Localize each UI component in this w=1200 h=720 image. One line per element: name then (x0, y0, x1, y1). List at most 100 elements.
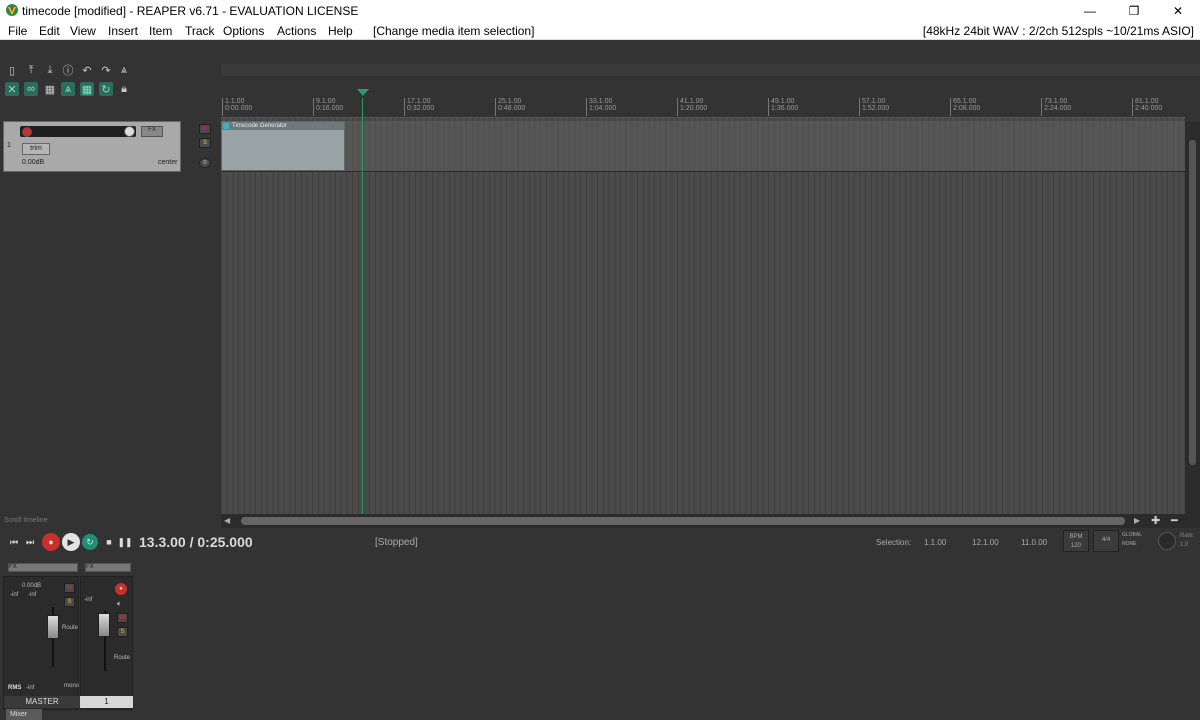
master-solo-button[interactable]: S (64, 597, 75, 607)
vertical-scrollbar[interactable] (1185, 122, 1200, 514)
minimize-button[interactable]: — (1068, 0, 1112, 21)
mixer-tab[interactable]: Mixer (6, 709, 42, 720)
track-lane[interactable] (221, 121, 1185, 172)
close-button[interactable]: ✕ (1156, 0, 1200, 21)
track-fx-button[interactable]: FX (141, 126, 163, 137)
snap-icon[interactable]: ⩓ (61, 82, 75, 96)
track1-mixer-name[interactable]: 1 (80, 696, 133, 708)
master-route-label[interactable]: Route (62, 625, 78, 631)
audio-device-info[interactable]: [48kHz 24bit WAV : 2/2ch 512spls ~10/21m… (923, 24, 1194, 38)
zoom-out-icon[interactable]: ━ (1171, 514, 1178, 527)
maximize-button[interactable]: ❐ (1112, 0, 1156, 21)
speaker-icon[interactable]: 🔈︎ (117, 599, 122, 609)
track1-solo-button[interactable]: S (117, 627, 128, 637)
selection-label: Selection: (876, 538, 912, 547)
ruler-mark: 25.1.00 0:48.000 (495, 98, 525, 116)
record-icon[interactable]: ● (42, 533, 60, 551)
menu-file[interactable]: File (8, 24, 27, 38)
volume-knob[interactable] (124, 126, 135, 137)
rate-knob[interactable] (1158, 532, 1176, 550)
ruler-mark: 33.1.00 1:04.000 (586, 98, 616, 116)
new-project-icon[interactable]: ▯ (5, 63, 19, 77)
vertical-scroll-thumb[interactable] (1189, 140, 1196, 465)
timeline-grid (221, 118, 1185, 514)
play-icon[interactable]: ▶ (62, 533, 80, 551)
none-label: NONE (1122, 541, 1137, 547)
ruler-mark: 81.1.00 2:40.000 (1132, 98, 1162, 116)
solo-button[interactable]: S (199, 138, 211, 148)
menu-bar: File Edit View Insert Item Track Options… (0, 21, 1200, 40)
master-mono-label[interactable]: mono (64, 683, 79, 689)
scroll-left-icon[interactable]: ◀ (224, 516, 230, 525)
playrate-mode[interactable]: GLOBAL NONE (1122, 531, 1154, 551)
menu-actions[interactable]: Actions (277, 24, 316, 38)
selection-length[interactable]: 11.0.00 (1021, 538, 1047, 547)
project-settings-icon[interactable]: ⓘ (61, 63, 75, 77)
marker-lane[interactable] (221, 64, 1200, 76)
horizontal-scroll-thumb[interactable] (241, 517, 1125, 525)
bpm-label: BPM (1069, 534, 1083, 540)
global-label: GLOBAL (1122, 532, 1143, 538)
selection-start[interactable]: 1.1.00 (924, 538, 946, 547)
menu-insert[interactable]: Insert (108, 24, 138, 38)
metronome-icon[interactable]: ⩓ (117, 63, 131, 77)
track1-channel-strip[interactable]: FX ● -inf 🔈︎ M S Route (80, 563, 133, 710)
track1-route-label[interactable]: Route (114, 655, 130, 661)
open-project-icon[interactable]: ⤒ (24, 63, 38, 77)
record-arm-button[interactable] (22, 127, 32, 137)
track1-peak: -inf (84, 597, 93, 603)
action-status: [Change media item selection] (373, 24, 535, 38)
reaper-logo-icon (6, 4, 18, 16)
loop-icon[interactable]: ↻ (99, 82, 113, 96)
zoom-in-icon[interactable]: ✚ (1151, 514, 1160, 527)
ruler-mark: 73.1.00 2:24.000 (1041, 98, 1071, 116)
bpm-box[interactable]: BPM 120 (1063, 530, 1089, 552)
track-name-field[interactable] (20, 126, 136, 137)
menu-help[interactable]: Help (328, 24, 353, 38)
menu-view[interactable]: View (70, 24, 96, 38)
go-to-end-icon[interactable]: ⏭ (22, 534, 38, 550)
phase-icon[interactable]: ⊘ (199, 158, 211, 168)
menu-edit[interactable]: Edit (39, 24, 60, 38)
time-display[interactable]: 13.3.00 / 0:25.000 (139, 534, 253, 550)
lock-grid-icon[interactable]: ▦ (80, 82, 94, 96)
master-fx-button[interactable]: FX (8, 563, 78, 572)
track1-fader[interactable] (98, 613, 110, 637)
master-fader[interactable] (47, 615, 59, 639)
playhead-marker-icon[interactable] (357, 89, 369, 96)
master-channel-strip[interactable]: FX 0.00dB -inf -inf M S Route mono RMS -… (3, 563, 79, 710)
track1-fx-button[interactable]: FX (85, 563, 131, 572)
menu-options[interactable]: Options (223, 24, 264, 38)
track1-record-arm-icon[interactable]: ● (115, 583, 127, 595)
grid-icon[interactable]: ▦ (43, 82, 57, 96)
master-volume-readout: 0.00dB (22, 583, 42, 589)
save-project-icon[interactable]: ⤓ (43, 63, 57, 77)
arrange-view[interactable]: 1.1.00 0:00.000 9.1.00 0:16.000 17.1.00 0:3… (221, 98, 1185, 514)
go-to-start-icon[interactable]: ⏮ (6, 534, 22, 550)
track1-mute-button[interactable]: M (117, 613, 128, 623)
menu-item[interactable]: Item (149, 24, 172, 38)
ripple-edit-icon[interactable]: ✕ (5, 82, 19, 96)
media-item[interactable]: Timecode Generator (221, 121, 345, 171)
stop-icon[interactable]: ■ (101, 534, 117, 550)
undo-icon[interactable]: ↶ (80, 63, 94, 77)
redo-icon[interactable]: ↷ (99, 63, 113, 77)
menu-track[interactable]: Track (185, 24, 215, 38)
repeat-icon[interactable]: ↻ (82, 534, 98, 550)
automation-mode-button[interactable]: trim (22, 143, 50, 155)
ruler-mark: 9.1.00 0:16.000 (313, 98, 343, 116)
pause-icon[interactable]: ❚❚ (117, 534, 133, 550)
link-icon[interactable]: ∞ (24, 82, 38, 96)
time-signature[interactable]: 4/4 (1093, 530, 1119, 552)
timeline-ruler[interactable]: 1.1.00 0:00.000 9.1.00 0:16.000 17.1.00 0:3… (221, 98, 1185, 118)
track-control-panel[interactable]: 1 FX trim 0.00dB center (3, 121, 181, 172)
scroll-right-icon[interactable]: ▶ (1134, 516, 1140, 525)
selection-end[interactable]: 12.1.00 (972, 538, 999, 547)
horizontal-scrollbar[interactable]: ◀ ▶ ✚ ━ (221, 514, 1200, 528)
edit-cursor[interactable] (362, 98, 363, 514)
master-peak-right: -inf (28, 592, 37, 598)
lock-icon[interactable]: 🔒︎ (117, 82, 131, 96)
master-mute-button[interactable]: M (64, 583, 75, 593)
bpm-value: 120 (1070, 543, 1081, 549)
mute-button[interactable]: M (199, 124, 211, 134)
